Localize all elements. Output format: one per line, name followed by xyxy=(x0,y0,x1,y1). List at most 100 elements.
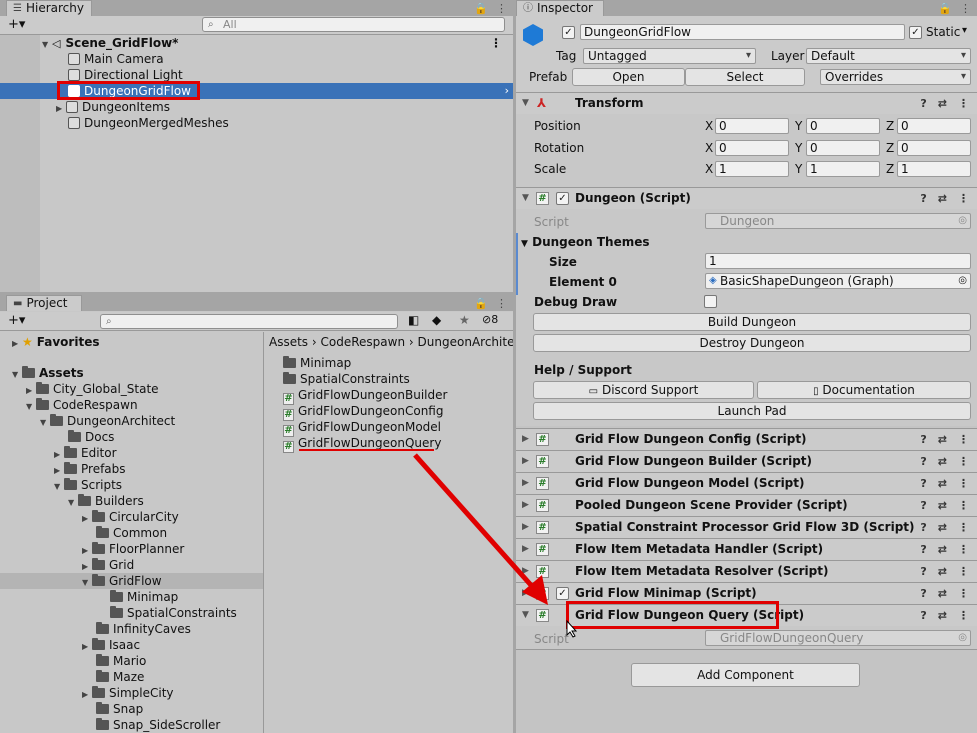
expand-arrow-icon[interactable]: ▼ xyxy=(522,605,529,626)
more-icon[interactable]: ⋮ xyxy=(958,605,969,626)
tree-item[interactable]: ▼ DungeonArchitect xyxy=(40,413,175,429)
component-enabled-checkbox[interactable]: ✓ xyxy=(556,192,569,205)
expand-arrow-icon[interactable]: ▼ xyxy=(54,479,64,495)
prefab-overrides-dropdown[interactable]: Overrides xyxy=(820,69,971,85)
transform-header[interactable]: ▼ ⅄ Transform ? ⇄ ⋮ xyxy=(516,92,977,114)
tree-item[interactable]: ▶ City_Global_State xyxy=(26,381,159,397)
tag-dropdown[interactable]: Untagged xyxy=(583,48,756,64)
tree-item[interactable]: ▶ Prefabs xyxy=(54,461,126,477)
position-y-field[interactable]: 0 xyxy=(806,118,880,134)
file-item[interactable]: # GridFlowDungeonModel xyxy=(283,419,441,437)
more-icon[interactable]: ⋮ xyxy=(958,583,969,604)
hierarchy-item[interactable]: Main Camera xyxy=(68,51,164,67)
more-icon[interactable]: ⋮ xyxy=(958,188,969,209)
discord-support-button[interactable]: ▭ Discord Support xyxy=(533,381,754,399)
documentation-button[interactable]: ▯ Documentation xyxy=(757,381,971,399)
component-header[interactable]: ▶ # Flow Item Metadata Resolver (Script)? ⇄… xyxy=(516,560,977,582)
object-name-field[interactable]: DungeonGridFlow xyxy=(580,24,905,40)
prefab-open-button[interactable]: Open xyxy=(572,68,685,86)
expand-arrow-icon[interactable]: ▼ xyxy=(82,575,92,591)
tree-item[interactable]: ▶ Isaac xyxy=(82,637,140,653)
tree-item[interactable]: ▼ GridFlow xyxy=(82,573,162,589)
breadcrumb-item[interactable]: DungeonArchite xyxy=(418,335,513,349)
expand-arrow-icon[interactable]: ▶ xyxy=(12,336,22,352)
more-icon[interactable]: ⋮ xyxy=(490,35,502,51)
label-icon[interactable]: ◆ xyxy=(432,313,441,327)
help-icon[interactable]: ? xyxy=(920,495,926,516)
search-input[interactable]: ⌕ All xyxy=(202,17,505,32)
help-icon[interactable]: ? xyxy=(920,561,926,582)
help-icon[interactable]: ? xyxy=(920,539,926,560)
lock-icon[interactable]: 🔒 xyxy=(474,297,488,310)
more-icon[interactable]: ⋮ xyxy=(958,561,969,582)
file-item[interactable]: Minimap xyxy=(283,355,351,371)
more-icon[interactable]: ⋮ xyxy=(958,429,969,450)
rotation-x-field[interactable]: 0 xyxy=(715,140,789,156)
expand-arrow-icon[interactable]: ▶ xyxy=(522,517,529,538)
active-checkbox[interactable]: ✓ xyxy=(562,26,575,39)
component-header[interactable]: ▶ # Flow Item Metadata Handler (Script)? ⇄ ⋮ xyxy=(516,538,977,560)
expand-arrow-icon[interactable]: ▼ xyxy=(42,37,52,53)
tree-item[interactable]: InfinityCaves xyxy=(96,621,191,637)
chevron-right-icon[interactable]: › xyxy=(505,83,509,99)
hidden-icon[interactable]: ⊘8 xyxy=(482,313,498,326)
tree-item[interactable]: Common xyxy=(96,525,167,541)
component-header[interactable]: ▶ # Grid Flow Dungeon Builder (Script)? ⇄ ⋮ xyxy=(516,450,977,472)
debug-draw-checkbox[interactable] xyxy=(704,295,717,308)
settings-icon[interactable]: ⇄ xyxy=(938,517,947,538)
tree-item-favorites[interactable]: ▶ ★ Favorites xyxy=(12,334,99,350)
expand-arrow-icon[interactable]: ▼ xyxy=(40,415,50,431)
target-icon[interactable]: ◎ xyxy=(958,274,967,288)
help-icon[interactable]: ? xyxy=(920,429,926,450)
tree-item[interactable]: ▼ Builders xyxy=(68,493,144,509)
file-item[interactable]: SpatialConstraints xyxy=(283,371,410,387)
expand-arrow-icon[interactable]: ▶ xyxy=(522,495,529,516)
rotation-z-field[interactable]: 0 xyxy=(897,140,971,156)
more-icon[interactable]: ⋮ xyxy=(958,539,969,560)
scale-x-field[interactable]: 1 xyxy=(715,161,789,177)
dungeon-script-header[interactable]: ▼ # ✓ Dungeon (Script) ? ⇄ ⋮ xyxy=(516,187,977,209)
settings-icon[interactable]: ⇄ xyxy=(938,429,947,450)
rotation-y-field[interactable]: 0 xyxy=(806,140,880,156)
chevron-down-icon[interactable]: ▾ xyxy=(962,25,967,36)
add-component-button[interactable]: Add Component xyxy=(631,663,860,687)
help-icon[interactable]: ? xyxy=(920,188,926,209)
size-field[interactable]: 1 xyxy=(705,253,971,269)
breadcrumb-item[interactable]: CodeRespawn xyxy=(321,335,406,349)
expand-arrow-icon[interactable]: ▶ xyxy=(522,473,529,494)
help-icon[interactable]: ? xyxy=(920,473,926,494)
file-item[interactable]: # GridFlowDungeonBuilder xyxy=(283,387,447,405)
expand-arrow-icon[interactable]: ▶ xyxy=(522,561,529,582)
settings-icon[interactable]: ⇄ xyxy=(938,539,947,560)
element-field[interactable]: ◈ BasicShapeDungeon (Graph) ◎ xyxy=(705,273,971,289)
component-enabled-checkbox[interactable]: ✓ xyxy=(556,587,569,600)
settings-icon[interactable]: ⇄ xyxy=(938,473,947,494)
expand-arrow-icon[interactable]: ▶ xyxy=(522,451,529,472)
themes-label[interactable]: ▼ Dungeon Themes xyxy=(521,234,650,252)
breadcrumb-item[interactable]: Assets xyxy=(269,335,308,349)
help-icon[interactable]: ? xyxy=(920,583,926,604)
layer-dropdown[interactable]: Default xyxy=(806,48,971,64)
component-header[interactable]: ▶ # Spatial Constraint Processor Grid Flow… xyxy=(516,516,977,538)
tree-item[interactable]: ▶ Grid xyxy=(82,557,134,573)
more-icon[interactable]: ⋮ xyxy=(958,93,969,114)
expand-arrow-icon[interactable]: ▶ xyxy=(82,687,92,703)
build-dungeon-button[interactable]: Build Dungeon xyxy=(533,313,971,331)
help-icon[interactable]: ? xyxy=(920,451,926,472)
tree-item[interactable]: Minimap xyxy=(110,589,178,605)
help-icon[interactable]: ? xyxy=(920,605,926,626)
hierarchy-item[interactable]: ▶ DungeonItems xyxy=(56,99,170,115)
expand-arrow-icon[interactable]: ▶ xyxy=(522,583,529,604)
prefab-select-button[interactable]: Select xyxy=(685,68,805,86)
target-icon[interactable]: ◎ xyxy=(958,631,967,645)
expand-arrow-icon[interactable]: ▼ xyxy=(12,367,22,383)
settings-icon[interactable]: ⇄ xyxy=(938,605,947,626)
hierarchy-item[interactable]: DungeonMergedMeshes xyxy=(68,115,229,131)
help-icon[interactable]: ? xyxy=(920,93,926,114)
component-header[interactable]: ▶ # Grid Flow Dungeon Config (Script)? ⇄ ⋮ xyxy=(516,428,977,450)
expand-arrow-icon[interactable]: ▼ xyxy=(68,495,78,511)
lock-icon[interactable]: 🔒 xyxy=(938,2,952,15)
tab-inspector[interactable]: ⓘ Inspector xyxy=(516,0,604,16)
lock-icon[interactable]: 🔒 xyxy=(474,2,488,15)
settings-icon[interactable]: ⇄ xyxy=(938,188,947,209)
